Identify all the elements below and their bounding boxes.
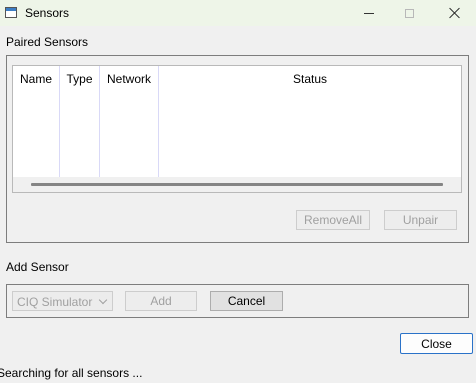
status-text: Searching for all sensors ... — [0, 366, 143, 380]
status-bar: Searching for all sensors ... — [0, 362, 476, 383]
remove-all-button[interactable]: RemoveAll — [296, 210, 370, 230]
chevron-down-icon — [98, 295, 108, 305]
maximize-icon — [404, 8, 414, 18]
paired-sensors-table[interactable]: Name Type Network Status — [12, 65, 462, 193]
cancel-button[interactable]: Cancel — [210, 291, 283, 311]
column-header-type[interactable]: Type — [60, 66, 100, 177]
add-sensor-label: Add Sensor — [6, 260, 69, 274]
close-window-button[interactable] — [438, 0, 472, 26]
maximize-button — [392, 0, 426, 26]
minimize-button[interactable] — [352, 0, 386, 26]
window-title: Sensors — [25, 6, 70, 20]
unpair-button[interactable]: Unpair — [384, 210, 457, 230]
minimize-icon — [364, 12, 374, 14]
horizontal-scrollbar[interactable] — [13, 177, 461, 192]
sensor-type-select[interactable]: CIQ Simulator — [12, 291, 113, 311]
title-bar: Sensors — [0, 0, 476, 26]
column-header-status[interactable]: Status — [159, 66, 461, 177]
close-button[interactable]: Close — [400, 333, 473, 354]
scrollbar-thumb[interactable] — [31, 183, 443, 186]
close-icon — [449, 7, 461, 19]
app-window-icon — [5, 7, 17, 18]
column-header-name[interactable]: Name — [13, 66, 60, 177]
paired-sensors-label: Paired Sensors — [6, 35, 89, 49]
column-header-network[interactable]: Network — [100, 66, 159, 177]
sensor-type-value: CIQ Simulator — [17, 295, 93, 309]
add-button[interactable]: Add — [125, 291, 197, 311]
